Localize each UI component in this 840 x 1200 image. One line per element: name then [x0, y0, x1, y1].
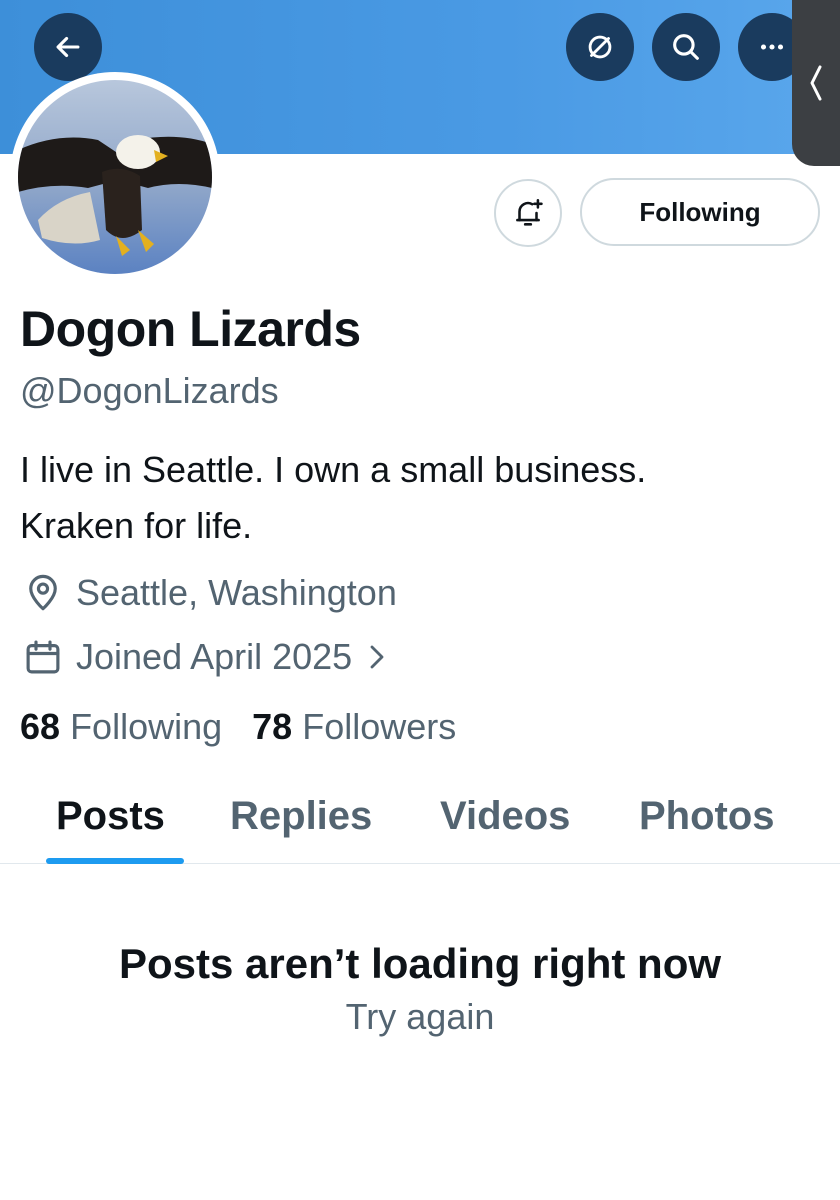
chevron-right-icon: [370, 645, 384, 669]
active-tab-indicator: [46, 858, 184, 864]
display-name: Dogon Lizards: [20, 301, 361, 357]
following-stat[interactable]: 68 Following: [20, 706, 222, 747]
following-count: 68: [20, 706, 61, 747]
chevron-left-icon: [810, 65, 822, 101]
notifications-button[interactable]: [494, 179, 562, 247]
grok-slash-icon: [588, 35, 612, 59]
search-button[interactable]: [652, 13, 720, 81]
bio-line: I live in Seattle. I own a small busines…: [20, 449, 647, 490]
profile-bio: I live in Seattle. I own a small busines…: [20, 442, 820, 554]
back-button[interactable]: [34, 13, 102, 81]
side-panel-handle[interactable]: [792, 0, 840, 166]
location-row: Seattle, Washington: [20, 570, 397, 616]
followers-label: Followers: [302, 706, 457, 747]
location-text: Seattle, Washington: [76, 572, 397, 613]
bell-plus-icon: [516, 198, 543, 226]
try-again-link[interactable]: Try again: [0, 996, 840, 1038]
location-pin-icon: [20, 570, 66, 616]
joined-text: Joined April 2025: [76, 636, 353, 677]
tab-posts[interactable]: Posts: [56, 794, 165, 839]
grok-button[interactable]: [566, 13, 634, 81]
tab-photos[interactable]: Photos: [639, 794, 775, 839]
arrow-left-icon: [56, 36, 80, 58]
search-icon: [673, 34, 699, 60]
following-button[interactable]: Following: [580, 178, 820, 246]
follow-stats: 68 Following 78 Followers: [20, 706, 456, 748]
followers-count: 78: [252, 706, 293, 747]
bald-eagle-avatar[interactable]: [18, 80, 212, 274]
profile-tabs: Posts Replies Videos Photos: [0, 776, 840, 864]
tab-videos[interactable]: Videos: [440, 794, 570, 839]
user-handle: @DogonLizards: [20, 370, 279, 411]
joined-row[interactable]: Joined April 2025: [20, 634, 388, 680]
more-horizontal-icon: [760, 44, 784, 50]
tab-replies[interactable]: Replies: [230, 794, 372, 839]
feed-error-message: Posts aren’t loading right now: [118, 940, 722, 987]
calendar-icon: [20, 634, 66, 680]
followers-stat[interactable]: 78 Followers: [252, 706, 456, 747]
following-label: Following: [70, 706, 223, 747]
bio-line: Kraken for life.: [20, 505, 253, 546]
